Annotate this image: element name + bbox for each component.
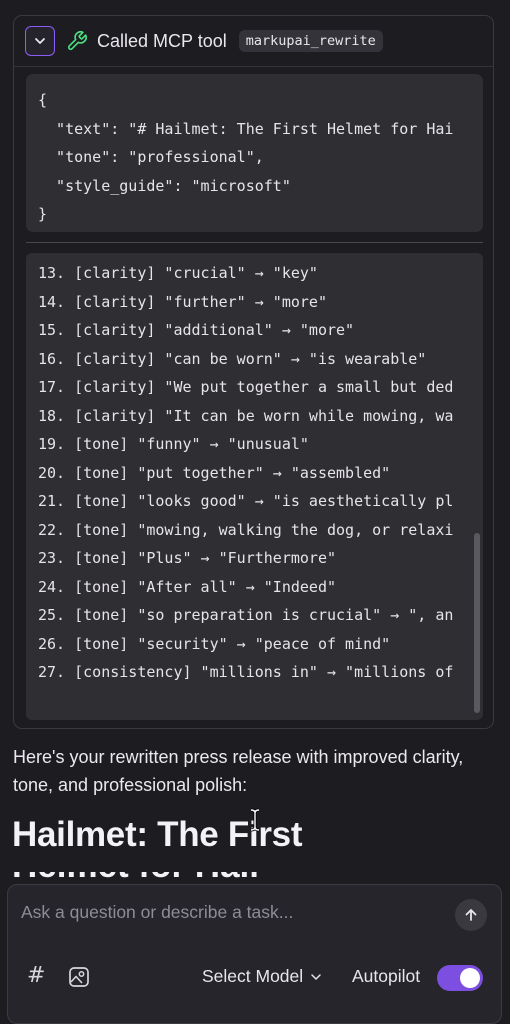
output-line: 19. [tone] "funny" → "unusual" xyxy=(38,435,309,453)
image-icon[interactable] xyxy=(67,965,91,994)
tool-output-lines: 13. [clarity] "crucial" → "key" 14. [clar… xyxy=(26,253,483,687)
output-line: 17. [clarity] "We put together a small b… xyxy=(38,378,454,396)
tool-call-title: Called MCP tool xyxy=(97,30,227,51)
collapse-button[interactable] xyxy=(25,26,55,56)
output-line: 25. [tone] "so preparation is crucial" →… xyxy=(38,606,454,624)
output-line: 22. [tone] "mowing, walking the dog, or … xyxy=(38,520,454,539)
text-cursor-icon xyxy=(250,808,260,832)
tool-output-panel[interactable]: 13. [clarity] "crucial" → "key" 14. [clar… xyxy=(26,253,483,720)
output-line: 16. [clarity] "can be worn" → "is wearab… xyxy=(38,349,427,368)
tool-call-header[interactable]: Called MCP tool markupai_rewrite xyxy=(14,16,493,67)
chevron-down-icon xyxy=(311,973,321,980)
autopilot-label: Autopilot xyxy=(352,966,421,986)
output-line: 14. [clarity] "further" → "more" xyxy=(38,292,327,311)
arrow-up-icon xyxy=(465,909,477,921)
output-scrollbar[interactable] xyxy=(474,533,480,713)
output-line: 18. [clarity] "It can be worn while mowi… xyxy=(38,406,454,425)
model-select-label: Select Model xyxy=(202,966,304,986)
tool-input-json: { "text": "# Hailmet: The First Helmet f… xyxy=(38,91,454,223)
toggle-knob xyxy=(460,968,480,988)
wrench-icon xyxy=(66,30,88,52)
response-next-line-peek: Helmet for Hail xyxy=(12,872,312,884)
response-intro-text: Here's your rewritten press release with… xyxy=(13,747,464,795)
output-line: 24. [tone] "After all" → "Indeed" xyxy=(38,577,337,596)
mcp-tool-call-card: Called MCP tool markupai_rewrite { "text… xyxy=(13,15,494,729)
output-line: 15. [clarity] "additional" → "more" xyxy=(38,321,355,339)
output-line: 27. [consistency] "millions in" → "milli… xyxy=(38,663,454,681)
chat-composer: # Select Model Autopilot xyxy=(7,884,502,1024)
chat-input[interactable] xyxy=(21,899,441,925)
output-line: 13. [clarity] "crucial" → "key" xyxy=(38,264,318,282)
output-line: 23. [tone] "Plus" → "Furthermore" xyxy=(38,549,337,567)
send-button[interactable] xyxy=(455,899,487,931)
divider xyxy=(26,242,483,243)
output-line: 21. [tone] "looks good" → "is aesthetica… xyxy=(38,492,454,510)
autopilot-toggle[interactable] xyxy=(437,965,483,991)
tool-input-code: { "text": "# Hailmet: The First Helmet f… xyxy=(26,74,483,232)
model-select-dropdown[interactable]: Select Model xyxy=(202,966,322,987)
tool-name-badge: markupai_rewrite xyxy=(238,30,383,52)
mention-button[interactable]: # xyxy=(27,963,45,988)
chevron-down-icon xyxy=(35,38,45,44)
output-line: 20. [tone] "put together" → "assembled" xyxy=(38,463,391,482)
output-line: 26. [tone] "security" → "peace of mind" xyxy=(38,634,391,653)
